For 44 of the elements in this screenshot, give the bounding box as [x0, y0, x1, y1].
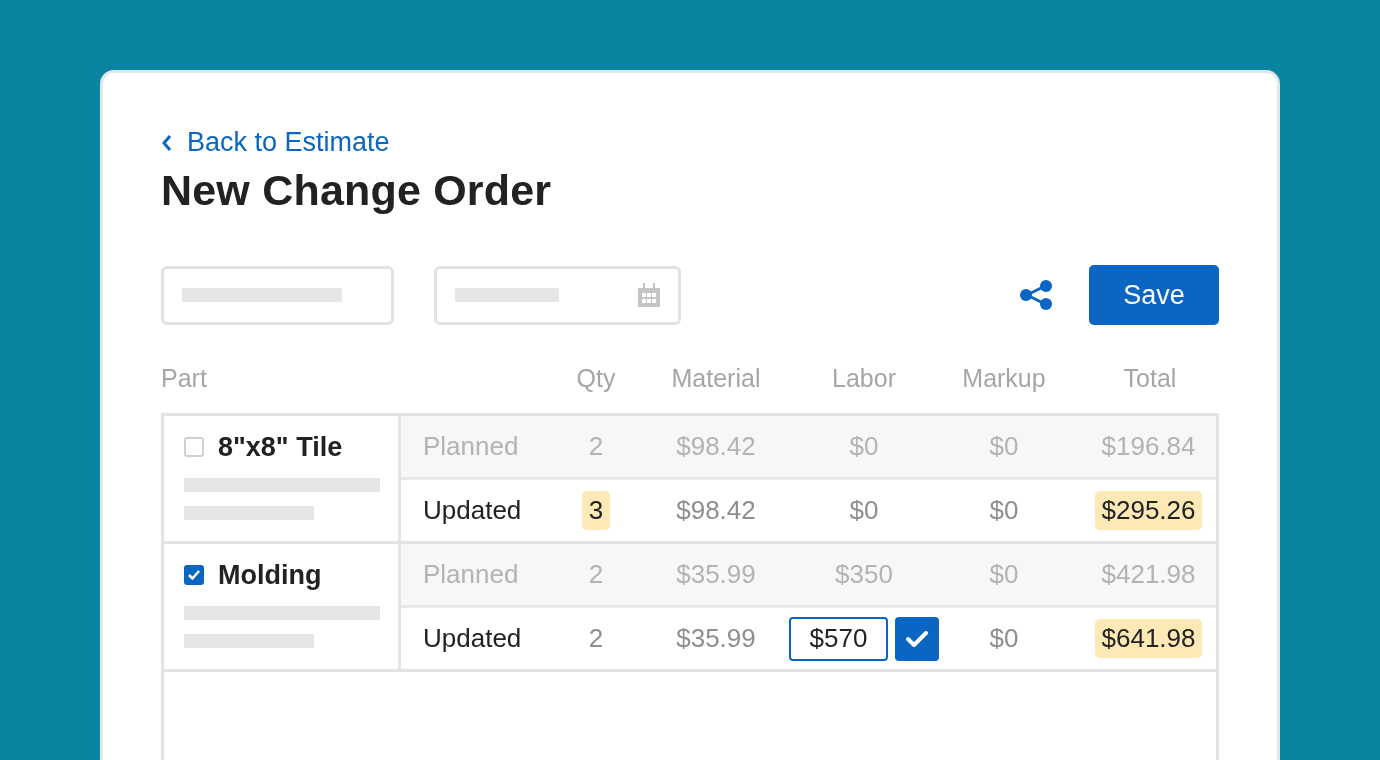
part-name: Molding	[218, 559, 322, 591]
table-cell: $98.42	[676, 495, 756, 526]
table-cell: $0	[989, 431, 1019, 462]
table-cell: $35.99	[676, 623, 756, 654]
column-header: Markup	[961, 363, 1047, 393]
text-field[interactable]	[161, 265, 394, 325]
calendar-icon	[638, 283, 660, 307]
column-header: Part	[161, 363, 208, 393]
back-link[interactable]: Back to Estimate	[161, 127, 390, 158]
table-cell: $0	[989, 623, 1019, 654]
row-label: Planned	[422, 431, 520, 462]
row-label: Planned	[422, 559, 520, 590]
table-cell: $421.98	[1101, 559, 1196, 590]
table-cell: 2	[588, 431, 604, 462]
checkbox[interactable]	[184, 565, 204, 585]
column-header: Material	[670, 363, 762, 393]
check-icon	[905, 628, 929, 649]
table-cell: $0	[849, 495, 879, 526]
row-label: Updated	[422, 495, 523, 526]
column-header: Total	[1122, 363, 1178, 393]
table-cell: 3	[581, 491, 611, 530]
check-icon	[187, 569, 201, 581]
table-cell: $196.84	[1101, 431, 1196, 462]
table-cell: $295.26	[1094, 491, 1203, 530]
table-cell: $0	[989, 559, 1019, 590]
table-cell: $350	[835, 559, 893, 590]
column-header: Qty	[575, 363, 617, 393]
table-cell: $35.99	[676, 559, 756, 590]
labor-input[interactable]: $570	[789, 616, 888, 661]
save-button[interactable]: Save	[1089, 265, 1219, 325]
column-header: Labor	[831, 363, 897, 393]
table-cell: 2	[588, 623, 604, 654]
row-label: Updated	[422, 623, 523, 654]
table-cell: $641.98	[1094, 619, 1203, 658]
chevron-left-icon	[161, 133, 173, 152]
table-cell: $0	[849, 431, 879, 462]
share-icon[interactable]	[1019, 280, 1053, 310]
page-title: New Change Order	[161, 166, 553, 215]
table-cell: $0	[989, 495, 1019, 526]
table-cell: $98.42	[676, 431, 756, 462]
confirm-button[interactable]	[895, 616, 939, 661]
part-name: 8"x8" Tile	[218, 431, 343, 463]
date-field[interactable]	[434, 265, 681, 325]
table-cell: 2	[588, 559, 604, 590]
